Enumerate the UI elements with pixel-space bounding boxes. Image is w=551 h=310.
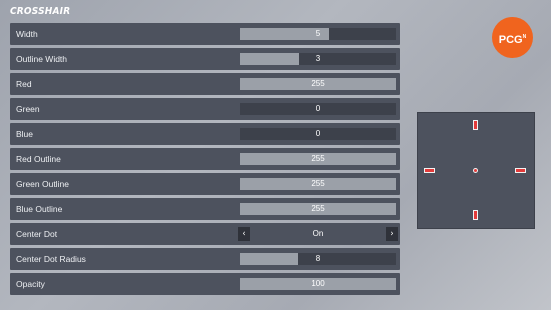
crosshair-bottom-mark — [474, 211, 477, 219]
crosshair-preview — [417, 112, 535, 229]
setting-row-center-dot[interactable]: Center Dot ‹ On › — [10, 223, 400, 245]
setting-label: Red — [16, 79, 32, 89]
setting-label: Green — [16, 104, 40, 114]
slider-value: 255 — [311, 79, 325, 88]
selector-value: On — [312, 229, 324, 238]
slider-value: 0 — [315, 129, 321, 138]
setting-label: Width — [16, 29, 38, 39]
center-dot-selector[interactable]: ‹ On › — [238, 227, 398, 241]
crosshair-center-dot — [474, 169, 477, 172]
outline-width-slider[interactable]: 3 — [240, 53, 396, 65]
setting-row-green-outline[interactable]: Green Outline 255 — [10, 173, 400, 195]
section-title: CROSSHAIR — [10, 6, 71, 17]
slider-value: 8 — [315, 254, 321, 263]
red-outline-slider[interactable]: 255 — [240, 153, 396, 165]
slider-value: 255 — [311, 154, 325, 163]
settings-list: Width 5 Outline Width 3 Red 255 Green 0 … — [10, 23, 400, 298]
blue-slider[interactable]: 0 — [240, 128, 396, 140]
setting-row-width[interactable]: Width 5 — [10, 23, 400, 45]
setting-row-red[interactable]: Red 255 — [10, 73, 400, 95]
chevron-right-icon[interactable]: › — [386, 227, 398, 241]
logo-text: PCG — [498, 34, 523, 46]
slider-value: 100 — [311, 279, 325, 288]
center-dot-radius-slider[interactable]: 8 — [240, 253, 396, 265]
setting-row-center-dot-radius[interactable]: Center Dot Radius 8 — [10, 248, 400, 270]
slider-value: 3 — [315, 54, 321, 63]
logo-superscript: N — [522, 34, 527, 40]
setting-label: Center Dot — [16, 229, 58, 239]
crosshair-right-mark — [516, 169, 525, 172]
setting-label: Red Outline — [16, 154, 61, 164]
chevron-left-icon[interactable]: ‹ — [238, 227, 250, 241]
green-slider[interactable]: 0 — [240, 103, 396, 115]
setting-label: Outline Width — [16, 54, 68, 64]
red-slider[interactable]: 255 — [240, 78, 396, 90]
blue-outline-slider[interactable]: 255 — [240, 203, 396, 215]
pcgn-logo: PCGN — [492, 17, 533, 58]
green-outline-slider[interactable]: 255 — [240, 178, 396, 190]
setting-row-opacity[interactable]: Opacity 100 — [10, 273, 400, 295]
setting-label: Opacity — [16, 279, 45, 289]
width-slider[interactable]: 5 — [240, 28, 396, 40]
setting-label: Blue — [16, 129, 34, 139]
setting-label: Green Outline — [16, 179, 69, 189]
slider-value: 5 — [315, 29, 321, 38]
opacity-slider[interactable]: 100 — [240, 278, 396, 290]
setting-row-outline-width[interactable]: Outline Width 3 — [10, 48, 400, 70]
crosshair-top-mark — [474, 121, 477, 129]
crosshair-left-mark — [425, 169, 434, 172]
slider-value: 0 — [315, 104, 321, 113]
setting-label: Center Dot Radius — [16, 254, 86, 264]
setting-row-blue[interactable]: Blue 0 — [10, 123, 400, 145]
setting-row-blue-outline[interactable]: Blue Outline 255 — [10, 198, 400, 220]
slider-value: 255 — [311, 179, 325, 188]
setting-label: Blue Outline — [16, 204, 63, 214]
setting-row-green[interactable]: Green 0 — [10, 98, 400, 120]
setting-row-red-outline[interactable]: Red Outline 255 — [10, 148, 400, 170]
slider-value: 255 — [311, 204, 325, 213]
